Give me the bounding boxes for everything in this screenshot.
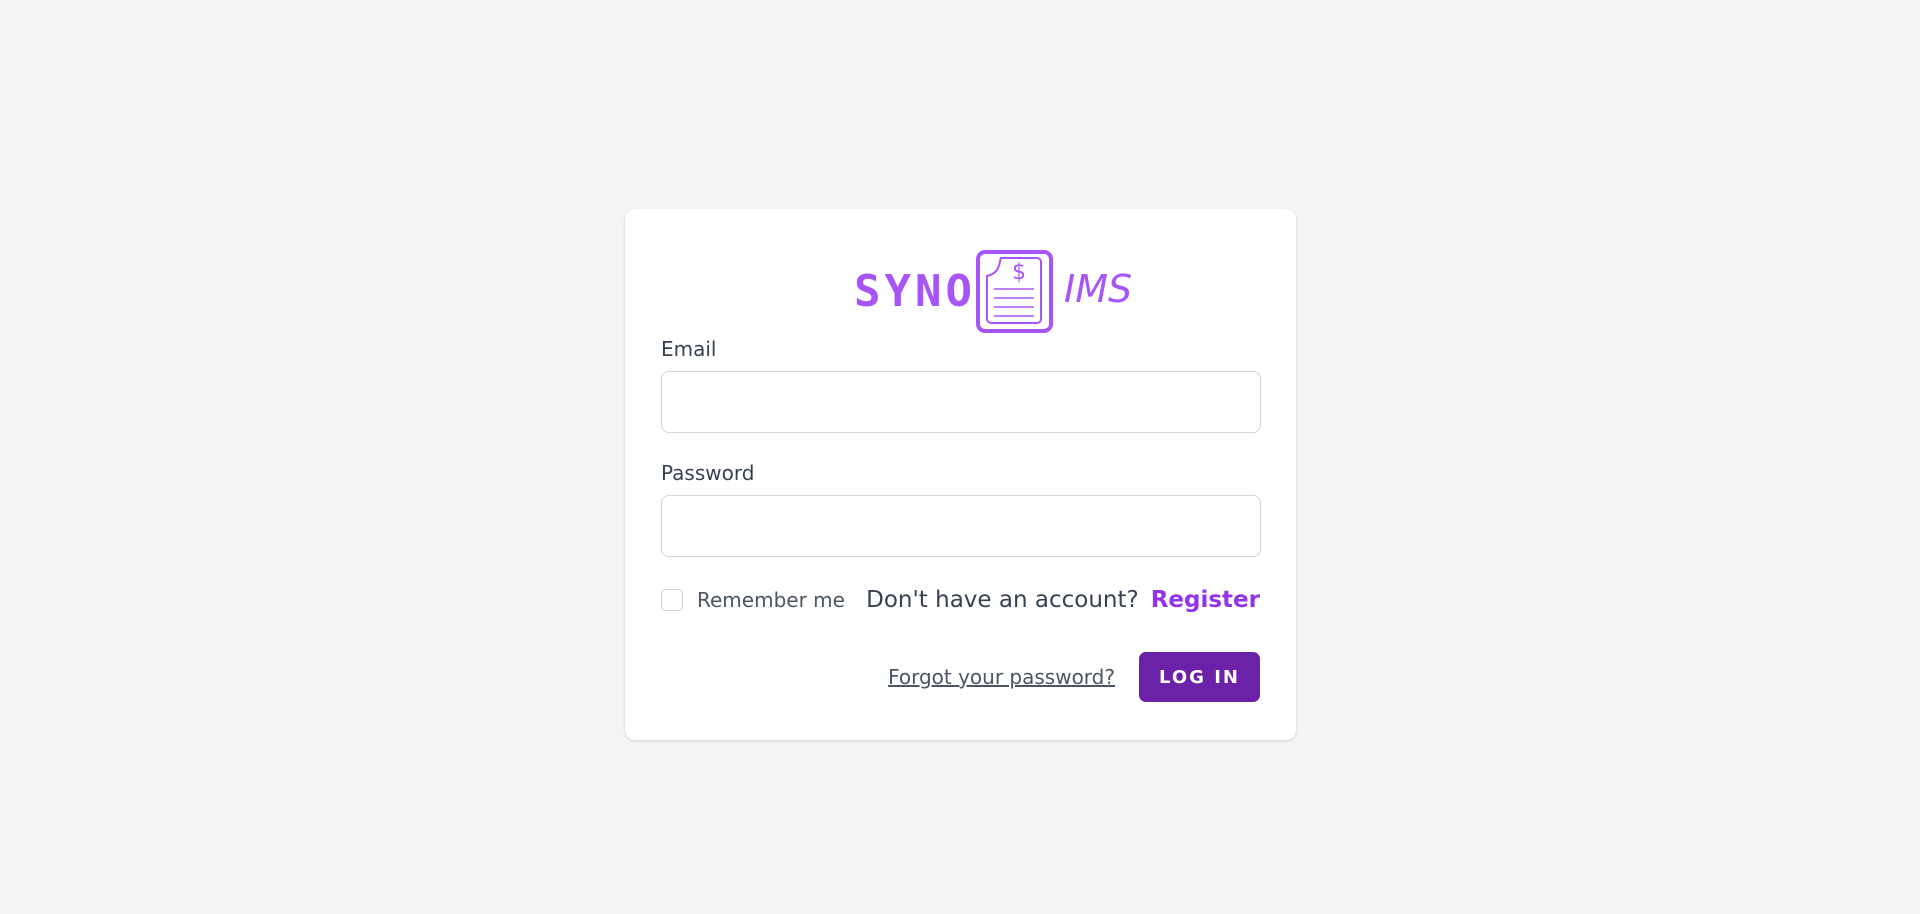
actions-row: Forgot your password? LOG IN [661, 652, 1260, 702]
remember-me[interactable]: Remember me [661, 588, 845, 612]
logo-image: SYNO $ IMS [854, 250, 1132, 333]
login-button[interactable]: LOG IN [1139, 652, 1260, 702]
logo: SYNO $ IMS [661, 209, 1260, 337]
register-link[interactable]: Register [1151, 587, 1260, 613]
remember-register-row: Remember me Don't have an account? Regis… [661, 585, 1260, 615]
forgot-password-link[interactable]: Forgot your password? [888, 665, 1115, 689]
logo-right-text: IMS [1064, 267, 1132, 311]
remember-me-label: Remember me [697, 588, 845, 612]
logo-left-text: SYNO [854, 266, 976, 317]
logo-dollar-sign: $ [1012, 260, 1026, 285]
login-card: SYNO $ IMS Email Password Remember me Do… [625, 209, 1296, 740]
email-field[interactable] [661, 371, 1261, 433]
register-area: Don't have an account? Register [866, 587, 1260, 613]
no-account-text: Don't have an account? [866, 587, 1139, 613]
password-label: Password [661, 461, 755, 485]
remember-me-checkbox[interactable] [661, 589, 683, 611]
email-label: Email [661, 337, 717, 361]
password-field[interactable] [661, 495, 1261, 557]
